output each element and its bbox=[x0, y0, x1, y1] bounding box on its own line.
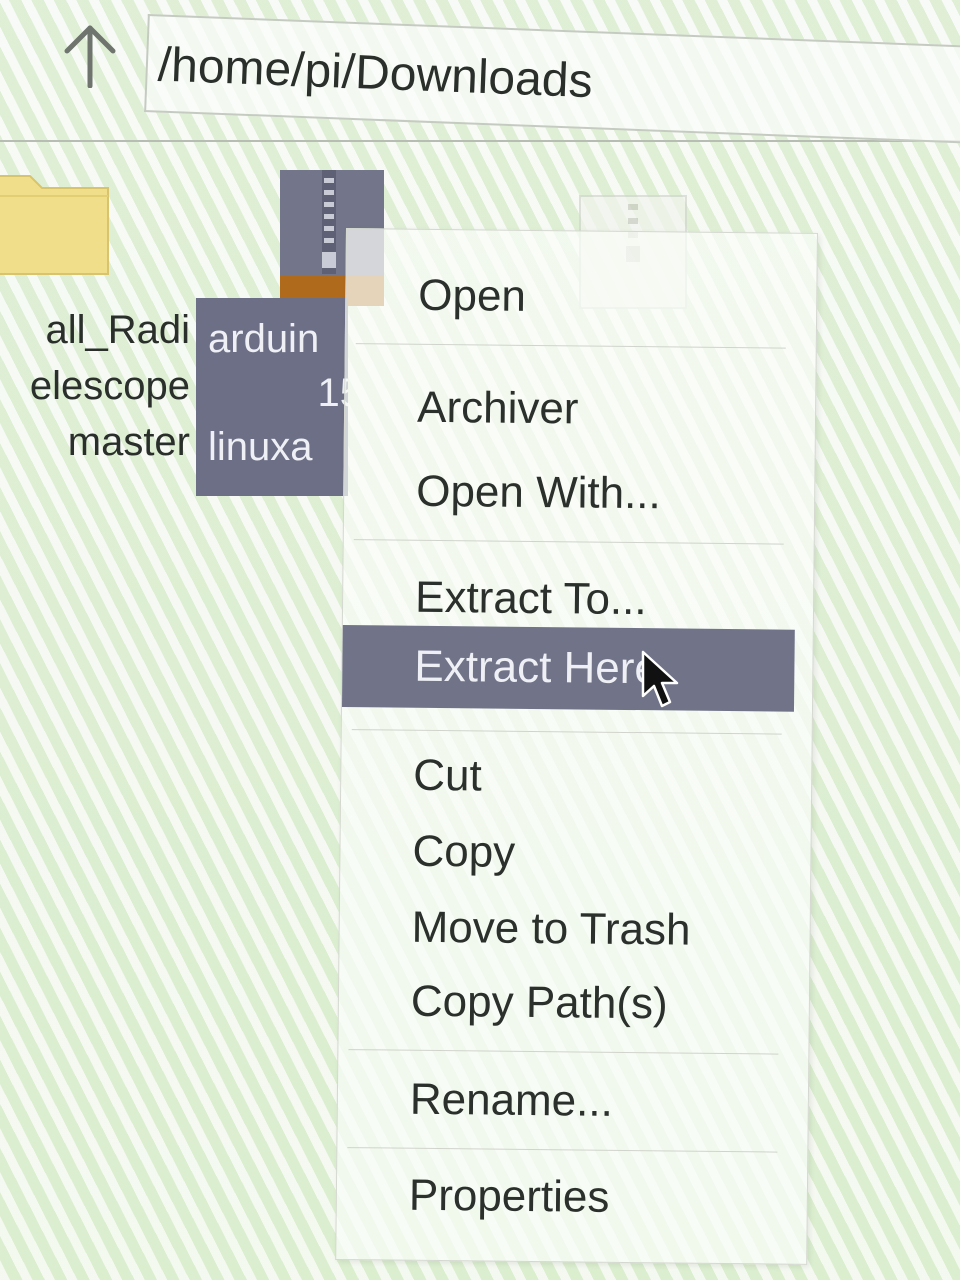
menu-item-copy-paths[interactable]: Copy Path(s) bbox=[339, 971, 792, 1036]
folder-label-line: master bbox=[67, 420, 190, 464]
menu-item-extract-to[interactable]: Extract To... bbox=[343, 567, 796, 632]
context-menu: Open Archiver Open With... Extract To...… bbox=[335, 228, 818, 1265]
menu-item-open-with[interactable]: Open With... bbox=[344, 461, 797, 526]
menu-separator bbox=[353, 539, 784, 545]
folder-label-line: elescope bbox=[29, 364, 190, 408]
path-input[interactable]: /home/pi/Downloads bbox=[144, 14, 960, 144]
mouse-cursor-icon bbox=[641, 650, 679, 708]
menu-item-rename[interactable]: Rename... bbox=[338, 1069, 791, 1134]
archive-label: arduin 15 linuxa bbox=[196, 298, 348, 496]
menu-item-extract-here[interactable]: Extract Here bbox=[341, 624, 795, 712]
archive-label-line: 15 bbox=[317, 371, 349, 415]
folder-icon bbox=[0, 175, 109, 275]
menu-item-archiver[interactable]: Archiver bbox=[345, 377, 798, 442]
file-manager-window: /home/pi/Downloads all_Radi elescope mas… bbox=[0, 0, 960, 1280]
menu-separator bbox=[347, 1147, 778, 1153]
archive-label-line: linuxa bbox=[208, 425, 313, 469]
toolbar: /home/pi/Downloads bbox=[0, 0, 960, 144]
menu-item-open[interactable]: Open bbox=[346, 265, 799, 330]
menu-item-cut[interactable]: Cut bbox=[341, 745, 794, 810]
menu-item-properties[interactable]: Properties bbox=[337, 1165, 790, 1230]
menu-separator bbox=[355, 343, 786, 349]
menu-separator bbox=[351, 729, 782, 735]
up-button[interactable] bbox=[56, 20, 124, 92]
menu-separator bbox=[348, 1049, 779, 1055]
menu-item-copy[interactable]: Copy bbox=[340, 821, 793, 886]
arrow-up-icon bbox=[64, 25, 116, 88]
archive-label-line: arduin bbox=[208, 317, 320, 361]
menu-item-move-to-trash[interactable]: Move to Trash bbox=[339, 897, 792, 962]
folder-label: all_Radi elescope master bbox=[0, 302, 190, 470]
folder-label-line: all_Radi bbox=[45, 308, 190, 352]
